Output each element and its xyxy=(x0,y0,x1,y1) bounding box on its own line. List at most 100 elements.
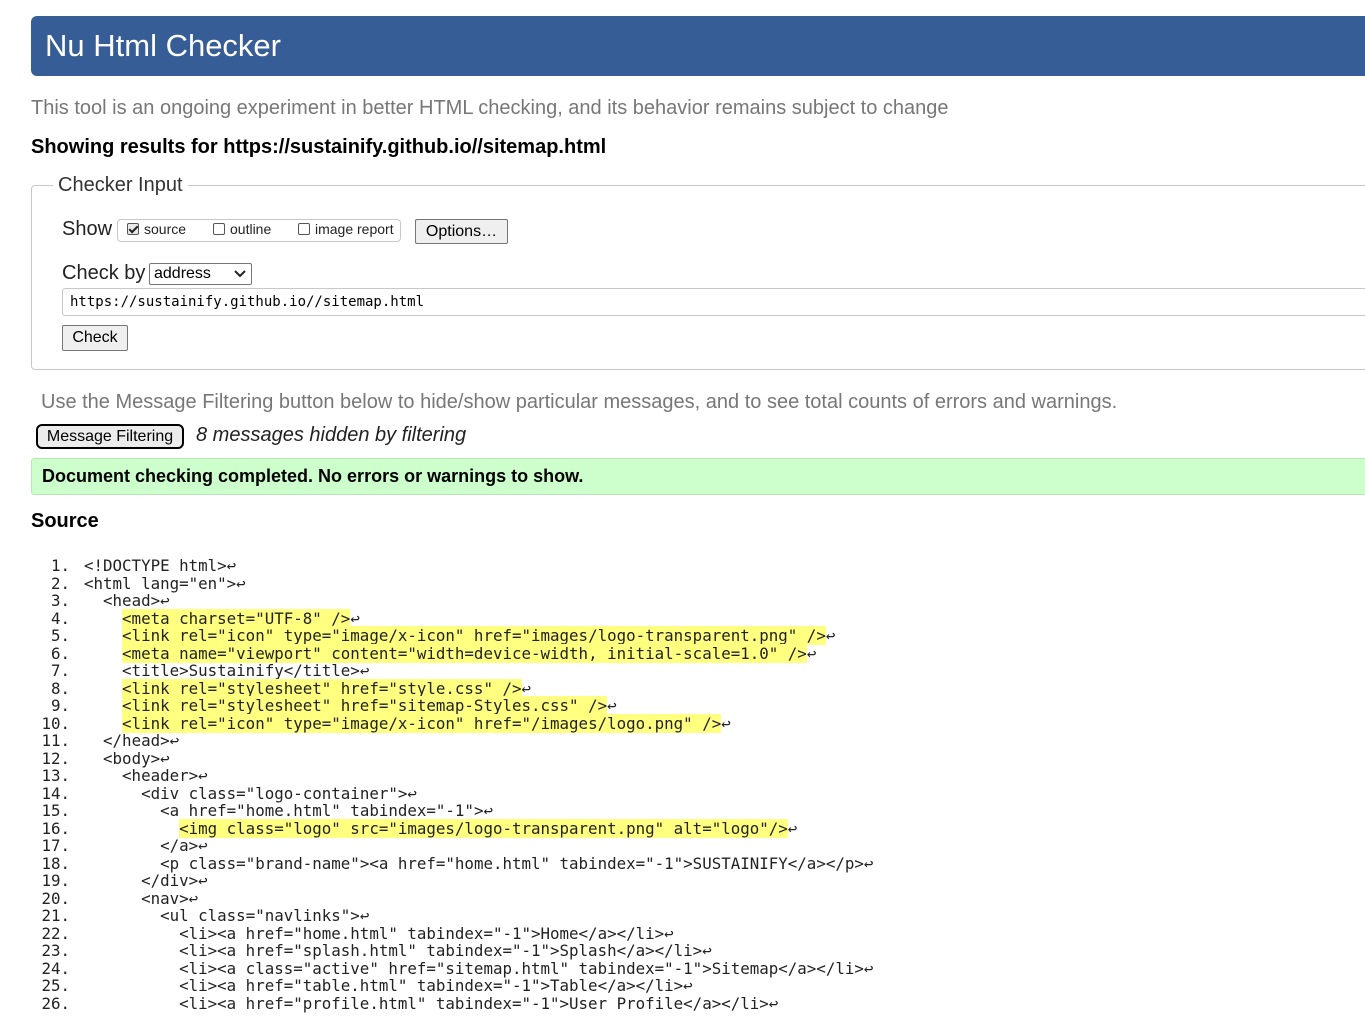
header-banner: Nu Html Checker xyxy=(31,16,1365,76)
source-listing: 1. <!DOCTYPE html>↩ 2. <html lang="en">↩ 3. … xyxy=(0,557,1365,1012)
line-code: <li><a href="table.html" tabindex="-1">T… xyxy=(84,977,693,995)
source-line: 4. <meta charset="UTF-8" />↩ xyxy=(0,608,1365,628)
chevron-down-icon xyxy=(234,270,246,278)
code-text: <li><a href="home.html" tabindex="-1">Ho… xyxy=(179,923,665,943)
line-number: 19. xyxy=(41,871,70,890)
code-text: <head> xyxy=(103,591,161,610)
return-icon: ↩ xyxy=(825,626,836,645)
return-icon: ↩ xyxy=(683,976,693,995)
line-number: 26. xyxy=(41,993,70,1013)
line-number: 20. xyxy=(41,888,70,908)
tagline: This tool is an ongoing experiment in be… xyxy=(31,97,949,119)
highlighted-code: <link rel="icon" type="image/x-icon" hre… xyxy=(122,713,722,733)
line-number: 12. xyxy=(41,748,70,768)
code-text: <div class="logo-container"> xyxy=(141,783,408,803)
line-code: <nav>↩ xyxy=(84,888,198,908)
line-number: 17. xyxy=(41,836,70,855)
line-number: 21. xyxy=(41,906,70,925)
code-text: <nav> xyxy=(141,888,189,908)
show-options-group: source outline image report xyxy=(117,219,401,242)
code-text: </div> xyxy=(141,871,199,890)
highlighted-code: <img class="logo" src="images/logo-trans… xyxy=(179,818,788,838)
return-icon: ↩ xyxy=(169,731,180,750)
check-by-select[interactable]: address xyxy=(149,263,252,285)
return-icon: ↩ xyxy=(160,748,170,768)
line-number: 22. xyxy=(41,923,70,943)
line-number: 6. xyxy=(50,643,70,663)
line-number: 16. xyxy=(41,818,70,838)
code-text: <li><a class="active" href="sitemap.html… xyxy=(179,958,864,978)
code-text: <li><a href="splash.html" tabindex="-1">… xyxy=(179,941,703,960)
outline-checkbox[interactable] xyxy=(213,223,225,235)
line-code: <body>↩ xyxy=(84,748,170,768)
show-image-report-option[interactable]: image report xyxy=(298,221,394,237)
source-line: 24. <li><a class="active" href="sitemap.… xyxy=(0,958,1365,978)
url-input[interactable]: https://sustainify.github.io//sitemap.ht… xyxy=(62,288,1365,316)
options-button[interactable]: Options… xyxy=(415,219,508,244)
show-outline-option[interactable]: outline xyxy=(213,221,271,237)
line-number: 15. xyxy=(41,801,70,820)
image-report-checkbox[interactable] xyxy=(298,223,310,235)
source-checkbox[interactable] xyxy=(127,223,139,235)
line-number: 23. xyxy=(41,941,70,960)
line-code: <li><a class="active" href="sitemap.html… xyxy=(84,958,874,978)
source-line: 18. <p class="brand-name"><a href="home.… xyxy=(0,854,1365,873)
source-line: 21. <ul class="navlinks">↩ xyxy=(0,907,1365,925)
return-icon: ↩ xyxy=(236,573,246,593)
source-line: 2. <html lang="en">↩ xyxy=(0,573,1365,593)
code-text: <html lang="en"> xyxy=(84,573,237,593)
source-line: 14. <div class="logo-container">↩ xyxy=(0,783,1365,803)
return-icon: ↩ xyxy=(359,906,370,925)
source-line: 7. <title>Sustainify</title>↩ xyxy=(0,662,1365,680)
results-for-heading: Showing results for https://sustainify.g… xyxy=(31,136,607,158)
return-icon: ↩ xyxy=(863,958,874,978)
line-code: </head>↩ xyxy=(84,732,179,750)
return-icon: ↩ xyxy=(350,608,360,628)
line-number: 14. xyxy=(41,783,70,803)
highlighted-code: <link rel="stylesheet" href="sitemap-Sty… xyxy=(122,696,608,715)
highlighted-code: <link rel="stylesheet" href="style.css" … xyxy=(122,678,522,698)
line-code: <link rel="stylesheet" href="style.css" … xyxy=(84,678,531,698)
highlighted-code: <link rel="icon" type="image/x-icon" hre… xyxy=(122,626,826,645)
code-text: <li><a href="table.html" tabindex="-1">T… xyxy=(179,976,684,995)
line-code: <title>Sustainify</title>↩ xyxy=(84,662,369,680)
return-icon: ↩ xyxy=(198,766,208,785)
line-code: <link rel="stylesheet" href="sitemap-Sty… xyxy=(84,696,617,715)
line-number: 11. xyxy=(41,731,70,750)
source-line: 3. <head>↩ xyxy=(0,592,1365,610)
return-icon: ↩ xyxy=(664,923,674,943)
source-line: 16. <img class="logo" src="images/logo-t… xyxy=(0,818,1365,838)
message-filtering-button[interactable]: Message Filtering xyxy=(36,424,184,449)
filter-hint: Use the Message Filtering button below t… xyxy=(41,391,1118,413)
line-code: <!DOCTYPE html>↩ xyxy=(84,557,236,575)
line-number: 5. xyxy=(50,626,70,645)
check-button[interactable]: Check xyxy=(62,325,128,351)
code-text: </a> xyxy=(160,836,199,855)
source-line: 6. <meta name="viewport" content="width=… xyxy=(0,643,1365,663)
source-line: 15. <a href="home.html" tabindex="-1">↩ xyxy=(0,802,1365,820)
source-line: 23. <li><a href="splash.html" tabindex="… xyxy=(0,942,1365,960)
line-number: 8. xyxy=(50,678,70,698)
line-code: <li><a href="splash.html" tabindex="-1">… xyxy=(84,942,712,960)
source-line: 12. <body>↩ xyxy=(0,748,1365,768)
source-line: 22. <li><a href="home.html" tabindex="-1… xyxy=(0,923,1365,943)
line-number: 4. xyxy=(50,608,70,628)
source-line: 1. <!DOCTYPE html>↩ xyxy=(0,557,1365,575)
code-text: <!DOCTYPE html> xyxy=(84,556,227,575)
show-source-option[interactable]: source xyxy=(127,221,186,237)
hidden-messages-count: 8 messages hidden by filtering xyxy=(196,424,467,446)
line-code: <head>↩ xyxy=(84,592,170,610)
source-line: 5. <link rel="icon" type="image/x-icon" … xyxy=(0,626,1365,645)
